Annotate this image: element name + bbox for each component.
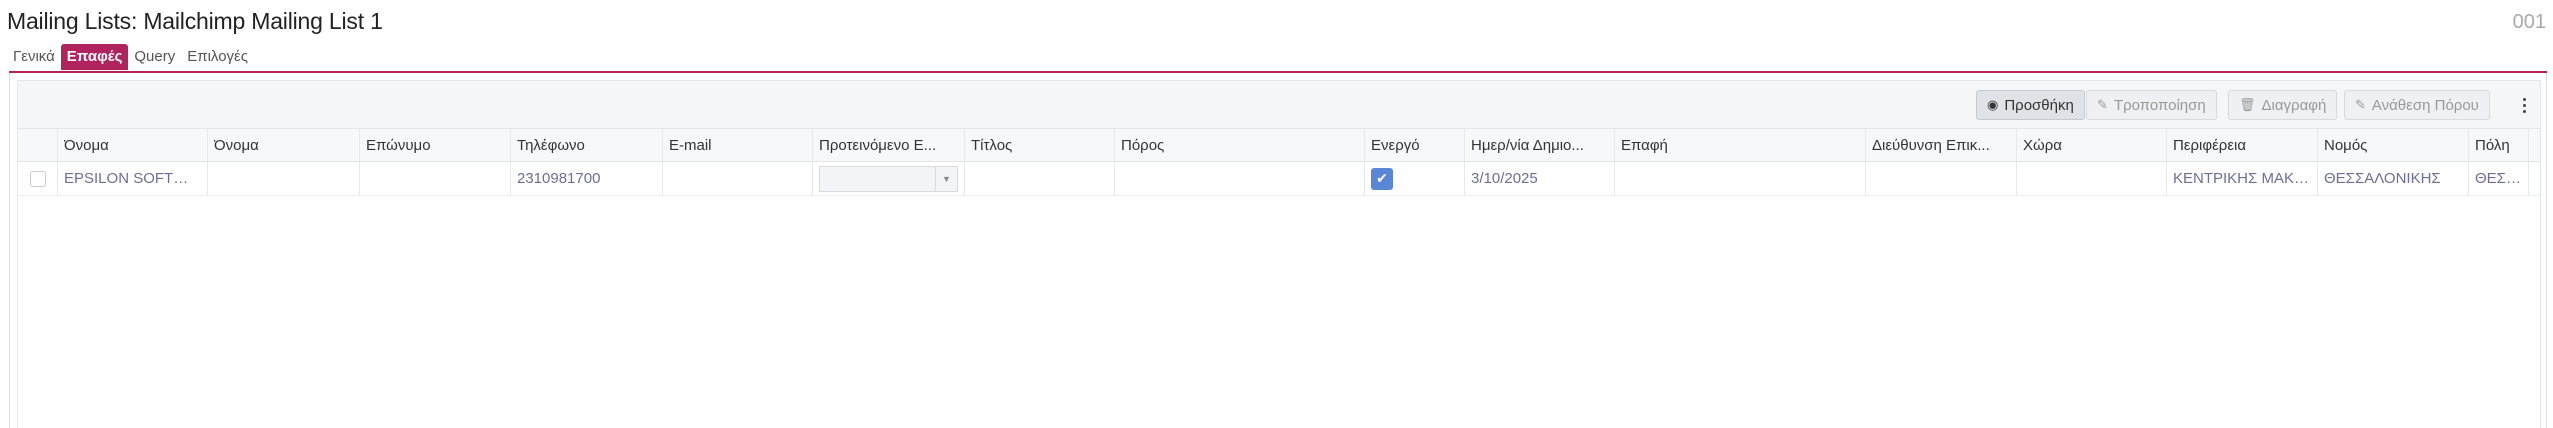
trash-icon: 🗑 [2239, 97, 2256, 112]
cell-address[interactable] [1866, 162, 2017, 195]
cell-city[interactable]: ΘΕΣΣΑΛΟ [2469, 162, 2529, 195]
column-header[interactable]: Επαφή [1615, 129, 1866, 161]
edit-button[interactable]: ✎ Τροποποίηση [2086, 90, 2217, 120]
cell-suggested: ▼ [813, 162, 965, 195]
add-button[interactable]: ◉ Προσθήκη [1976, 90, 2085, 120]
add-circle-icon: ◉ [1987, 97, 1999, 112]
delete-button[interactable]: 🗑 Διαγραφή [2228, 90, 2338, 120]
assign-button-label: Ανάθεση Πόρου [2371, 96, 2479, 114]
tab-general[interactable]: Γενικά [7, 44, 61, 70]
dot-icon [2522, 109, 2526, 113]
row-select-cell [18, 162, 58, 195]
column-header[interactable]: Όνομα [208, 129, 360, 161]
column-header[interactable]: Πόλη [2469, 129, 2529, 161]
dot-icon [2522, 97, 2526, 101]
pencil-icon: ✎ [2097, 97, 2108, 112]
edit-button-label: Τροποποίηση [2113, 96, 2206, 114]
column-header[interactable]: Ημερ/νία Δημιο... [1465, 129, 1615, 161]
grid-toolbar: ◉ Προσθήκη ✎ Τροποποίηση 🗑 Διαγραφή ✎ Αν… [17, 80, 2541, 128]
cell-email[interactable] [663, 162, 813, 195]
active-checkbox[interactable]: ✔ [1371, 167, 1393, 190]
cell-contact[interactable] [1615, 162, 1866, 195]
cell-last-name[interactable] [360, 162, 511, 195]
cell-phone[interactable]: 2310981700 [511, 162, 663, 195]
page-header: Mailing Lists: Mailchimp Mailing List 1 … [7, 8, 2553, 38]
chevron-down-icon[interactable]: ▼ [935, 166, 957, 191]
delete-button-label: Διαγραφή [2261, 96, 2327, 114]
cell-first-name[interactable] [208, 162, 360, 195]
tab-query[interactable]: Query [128, 44, 181, 70]
column-header[interactable]: E-mail [663, 129, 813, 161]
tab-options[interactable]: Επιλογές [181, 44, 254, 70]
table-row[interactable]: EPSILON SOFTWARE... 2310981700 ▼ ✔ 3/10/… [18, 162, 2540, 196]
column-header[interactable]: Ενεργό [1365, 129, 1465, 161]
cell-created[interactable]: 3/10/2025 [1465, 162, 1615, 195]
column-header[interactable]: Νομός [2318, 129, 2469, 161]
cell-resource[interactable] [1115, 162, 1365, 195]
column-header[interactable]: Περιφέρεια [2167, 129, 2318, 161]
edit-box-icon: ✎ [2355, 97, 2366, 112]
dot-icon [2522, 103, 2526, 107]
column-header[interactable]: Πόρος [1115, 129, 1365, 161]
cell-prefecture[interactable]: ΘΕΣΣΑΛΟΝΙΚΗΣ [2318, 162, 2469, 195]
grid-header-row: Όνομα Όνομα Επώνυμο Τηλέφωνο E-mail Προτ… [18, 129, 2540, 162]
cell-title[interactable] [965, 162, 1115, 195]
page-title: Mailing Lists: Mailchimp Mailing List 1 [7, 8, 383, 34]
check-icon: ✔ [1376, 170, 1388, 186]
more-options-button[interactable] [2514, 90, 2534, 120]
row-select-checkbox[interactable] [29, 170, 46, 187]
suggested-combo[interactable]: ▼ [819, 165, 958, 192]
record-id: 001 [2512, 11, 2546, 33]
add-button-label: Προσθήκη [2004, 96, 2074, 114]
cell-active: ✔ [1365, 162, 1465, 195]
header-select [18, 129, 58, 161]
cell-name[interactable]: EPSILON SOFTWARE... [58, 162, 208, 195]
contacts-grid: Όνομα Όνομα Επώνυμο Τηλέφωνο E-mail Προτ… [17, 128, 2541, 428]
cell-country[interactable] [2017, 162, 2167, 195]
column-header[interactable]: Επώνυμο [360, 129, 511, 161]
column-header[interactable]: Τηλέφωνο [511, 129, 663, 161]
assign-resource-button[interactable]: ✎ Ανάθεση Πόρου [2344, 90, 2490, 120]
tab-contacts[interactable]: Επαφές [60, 44, 129, 70]
tab-bar: Γενικά Επαφές Query Επιλογές [7, 44, 254, 72]
cell-region[interactable]: ΚΕΝΤΡΙΚΗΣ ΜΑΚΕΔ... [2167, 162, 2318, 195]
column-header[interactable]: Χώρα [2017, 129, 2167, 161]
contacts-panel: ◉ Προσθήκη ✎ Τροποποίηση 🗑 Διαγραφή ✎ Αν… [9, 73, 2547, 428]
column-header[interactable]: Όνομα [58, 129, 208, 161]
column-header[interactable]: Προτεινόμενο Ε... [813, 129, 965, 161]
column-header[interactable]: Τίτλος [965, 129, 1115, 161]
column-header[interactable]: Διεύθυνση Επικ... [1866, 129, 2017, 161]
